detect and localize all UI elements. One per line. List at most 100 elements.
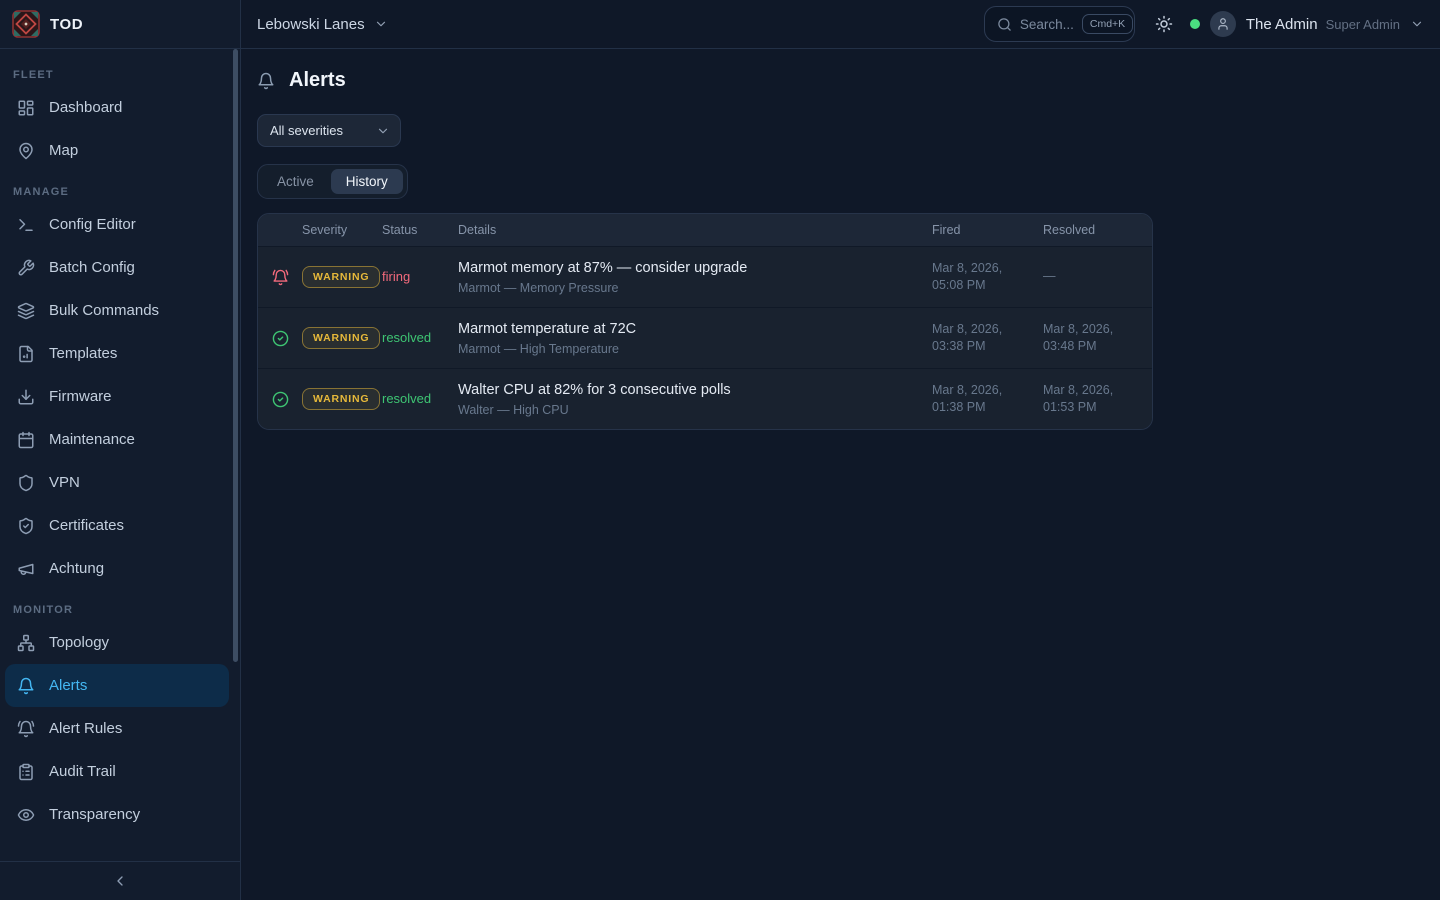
fired-cell: Mar 8, 2026, 05:08 PM (932, 260, 1043, 295)
column-header-resolved: Resolved (1043, 223, 1152, 237)
site-selector[interactable]: Lebowski Lanes (257, 16, 388, 33)
bell-icon (17, 677, 35, 695)
sidebar-item-dashboard[interactable]: Dashboard (5, 86, 229, 129)
user-name: The Admin (1246, 16, 1318, 33)
site-selector-label: Lebowski Lanes (257, 16, 365, 33)
resolved-cell: Mar 8, 2026, 03:48 PM (1043, 321, 1152, 356)
sidebar-item-label: Map (49, 142, 78, 159)
sidebar-item-topology[interactable]: Topology (5, 621, 229, 664)
severity-status-icon-cell (258, 269, 302, 286)
sidebar-item-label: Templates (49, 345, 117, 362)
status-text: resolved (382, 330, 431, 345)
severity-badge: WARNING (302, 327, 380, 349)
severity-cell: WARNING (302, 327, 382, 349)
search-input[interactable]: Search... Cmd+K (984, 6, 1135, 42)
network-icon (17, 634, 35, 652)
details-cell: Marmot memory at 87% — consider upgrade M… (458, 250, 932, 305)
sidebar-item-label: Batch Config (49, 259, 135, 276)
sidebar-item-alert-rules[interactable]: Alert Rules (5, 707, 229, 750)
alerts-view-tabs: ActiveHistory (257, 164, 408, 199)
user-role-badge: Super Admin (1326, 17, 1400, 32)
sidebar-item-label: Audit Trail (49, 763, 116, 780)
severity-filter-select[interactable]: All severities (257, 114, 401, 147)
alert-title: Marmot memory at 87% — consider upgrade (458, 260, 920, 276)
sidebar-item-map[interactable]: Map (5, 129, 229, 172)
shield-icon (17, 474, 35, 492)
status-text: firing (382, 269, 410, 284)
chevron-down-icon (376, 124, 390, 138)
tab-active[interactable]: Active (262, 169, 329, 194)
app-window: TOD FLEET Dashboard Map MANAGE Config Editor… (0, 0, 1440, 900)
sidebar-item-label: Firmware (49, 388, 112, 405)
layers-icon (17, 302, 35, 320)
nav-section-label: FLEET (0, 69, 240, 81)
tab-history[interactable]: History (331, 169, 403, 194)
sidebar-item-label: Topology (49, 634, 109, 651)
sidebar-item-batch-config[interactable]: Batch Config (5, 246, 229, 289)
sidebar-nav: FLEET Dashboard Map MANAGE Config Editor Batc… (0, 49, 240, 861)
table-row: WARNINGresolved Walter CPU at 82% for 3 c… (258, 368, 1152, 429)
severity-cell: WARNING (302, 266, 382, 288)
sidebar-item-config-editor[interactable]: Config Editor (5, 203, 229, 246)
chevron-down-icon (374, 17, 388, 31)
table-row: WARNINGresolved Marmot temperature at 72C… (258, 307, 1152, 368)
sidebar-item-maintenance[interactable]: Maintenance (5, 418, 229, 461)
sidebar-item-label: Alert Rules (49, 720, 122, 737)
sidebar-item-alerts[interactable]: Alerts (5, 664, 229, 707)
bell-ring-icon (272, 269, 289, 286)
nav-section-label: MONITOR (0, 604, 240, 616)
alert-title: Marmot temperature at 72C (458, 321, 920, 337)
status-cell: resolved (382, 329, 458, 347)
main-area: Lebowski Lanes Search... Cmd+K The Admin… (241, 0, 1440, 900)
sidebar-item-label: Alerts (49, 677, 87, 694)
user-menu[interactable]: The Admin Super Admin (1210, 11, 1424, 37)
check-circle-icon (272, 330, 289, 347)
sidebar-item-certificates[interactable]: Certificates (5, 504, 229, 547)
shield-check-icon (17, 517, 35, 535)
sidebar-item-label: Bulk Commands (49, 302, 159, 319)
avatar (1210, 11, 1236, 37)
bell-ring-icon (17, 720, 35, 738)
sidebar-collapse-button[interactable] (108, 869, 132, 893)
sidebar-item-label: Achtung (49, 560, 104, 577)
sidebar-scrollbar-thumb[interactable] (233, 49, 238, 662)
sidebar-item-audit-trail[interactable]: Audit Trail (5, 750, 229, 793)
table-row: WARNINGfiring Marmot memory at 87% — cons… (258, 246, 1152, 307)
status-cell: resolved (382, 390, 458, 408)
sidebar-item-label: Config Editor (49, 216, 136, 233)
search-icon (997, 17, 1012, 32)
layout-dashboard-icon (17, 99, 35, 117)
clipboard-list-icon (17, 763, 35, 781)
sidebar-item-templates[interactable]: Templates (5, 332, 229, 375)
status-text: resolved (382, 391, 431, 406)
column-header-fired: Fired (932, 223, 1043, 237)
map-pin-icon (17, 142, 35, 160)
chevron-left-icon (112, 873, 128, 889)
severity-badge: WARNING (302, 388, 380, 410)
sidebar-footer (0, 861, 240, 900)
brand-name: TOD (50, 16, 83, 33)
alert-subtitle: Marmot — High Temperature (458, 342, 920, 356)
nav-section-label: MANAGE (0, 186, 240, 198)
sidebar-item-bulk-commands[interactable]: Bulk Commands (5, 289, 229, 332)
sidebar-item-vpn[interactable]: VPN (5, 461, 229, 504)
theme-toggle-button[interactable] (1155, 15, 1173, 33)
alert-subtitle: Marmot — Memory Pressure (458, 281, 920, 295)
search-shortcut-badge: Cmd+K (1082, 14, 1133, 34)
sidebar-item-label: VPN (49, 474, 80, 491)
sidebar-item-firmware[interactable]: Firmware (5, 375, 229, 418)
sidebar-item-transparency[interactable]: Transparency (5, 793, 229, 836)
column-header-status: Status (382, 223, 458, 237)
megaphone-icon (17, 560, 35, 578)
alerts-page: Alerts All severities ActiveHistory Seve… (241, 49, 1440, 900)
sidebar-item-label: Dashboard (49, 99, 122, 116)
user-icon (1216, 17, 1230, 31)
severity-badge: WARNING (302, 266, 380, 288)
check-circle-icon (272, 391, 289, 408)
resolved-cell: — (1043, 268, 1152, 286)
alerts-bell-icon (257, 72, 275, 90)
sidebar-item-achtung[interactable]: Achtung (5, 547, 229, 590)
severity-cell: WARNING (302, 388, 382, 410)
alert-title: Walter CPU at 82% for 3 consecutive poll… (458, 382, 920, 398)
resolved-cell: Mar 8, 2026, 01:53 PM (1043, 382, 1152, 417)
